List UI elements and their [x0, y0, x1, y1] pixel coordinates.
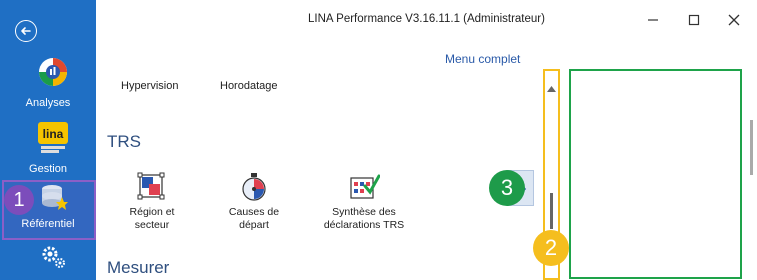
tab-hypervision[interactable]: Hypervision [121, 80, 178, 92]
menu-complet-link[interactable]: Menu complet [445, 52, 520, 66]
close-icon[interactable] [724, 10, 744, 30]
sidebar-item-label: Gestion [29, 163, 67, 175]
analyses-icon [37, 56, 69, 91]
sidebar: Analyses lina Gestion Référentiel 1 [0, 0, 96, 280]
sidebar-item-label: Analyses [25, 97, 71, 109]
region-sector-icon [107, 172, 197, 202]
callout-badge-2: 2 [533, 230, 569, 266]
tile-synthese-declarations[interactable]: Synthèse des déclarations TRS [309, 172, 419, 232]
callout-badge-1: 1 [4, 185, 34, 215]
tile-region-secteur[interactable]: Région et secteur [107, 172, 197, 232]
window-scroll-thumb[interactable] [750, 120, 753, 175]
back-button[interactable] [15, 20, 37, 42]
sidebar-item-label: Référentiel [21, 218, 75, 230]
lina-logo-icon: lina [38, 122, 68, 157]
tile-label: Région et [129, 206, 175, 218]
section-title-trs: TRS [107, 132, 141, 151]
tab-horodatage[interactable]: Horodatage [220, 80, 278, 92]
maximize-icon[interactable] [684, 10, 704, 30]
main-content: Menu complet Hypervision Horodatage TRS … [96, 40, 757, 280]
summary-checklist-icon [309, 172, 419, 202]
title-bar: LINA Performance V3.16.11.1 (Administrat… [96, 0, 757, 40]
minimize-icon[interactable] [643, 10, 663, 30]
sidebar-item-gestion[interactable]: lina Gestion [0, 122, 96, 178]
stopwatch-icon [209, 172, 299, 202]
callout-badge-3: 3 [489, 170, 525, 206]
green-highlight-panel [569, 69, 742, 279]
database-star-icon [40, 184, 68, 213]
tile-causes-depart[interactable]: Causes de départ [209, 172, 299, 232]
tile-label: départ [239, 219, 269, 231]
tile-label: secteur [134, 219, 170, 231]
sidebar-item-analyses[interactable]: Analyses [0, 56, 96, 112]
section-title-mesurer: Mesurer [107, 258, 170, 277]
svg-text:lina: lina [43, 127, 64, 141]
settings-gears-icon[interactable] [40, 244, 66, 273]
tile-label: déclarations TRS [323, 219, 405, 231]
tile-label: Synthèse des [332, 206, 396, 218]
tile-label: Causes de [228, 206, 280, 218]
